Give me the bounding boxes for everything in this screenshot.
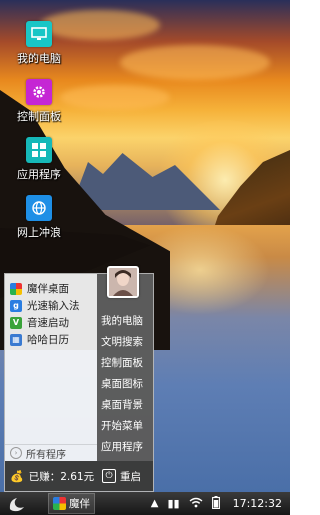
desktop-icon-label: 我的电脑 (17, 52, 61, 65)
cards-icon[interactable]: ▮▮ (167, 497, 179, 510)
cloud (120, 45, 270, 80)
taskbar-app-moban[interactable]: 魔伴 (48, 493, 95, 514)
wifi-icon[interactable] (189, 497, 203, 511)
v-launcher-icon: V (10, 316, 22, 329)
restart-button[interactable]: ⏻ 重启 (102, 469, 141, 484)
chevron-right-icon: › (10, 447, 22, 459)
start-menu-app-list: 魔伴桌面 g 光速输入法 V 音速启动 ▦ 哈哈日历 › 所有程序 (5, 274, 97, 461)
app-label: 魔伴桌面 (27, 283, 69, 295)
shortcut-desktop-icons[interactable]: 桌面图标 (97, 374, 153, 395)
pinwheel-icon (10, 282, 22, 295)
gear-icon (26, 79, 52, 105)
start-menu-app-guangsu-input[interactable]: g 光速输入法 (5, 297, 97, 314)
money-bag-icon: 💰 (10, 469, 24, 483)
start-menu: 魔伴桌面 g 光速输入法 V 音速启动 ▦ 哈哈日历 › 所有程序 我的电脑 文… (4, 266, 154, 492)
restart-label: 重启 (120, 470, 141, 483)
system-tray: ▲ ▮▮ 17:12:32 (151, 492, 282, 515)
all-programs-label: 所有程序 (26, 449, 66, 461)
app-label: 光速输入法 (27, 300, 80, 312)
taskbar-app-label: 魔伴 (69, 498, 90, 510)
app-label: 哈哈日历 (27, 334, 69, 346)
all-programs-button[interactable]: › 所有程序 (5, 444, 97, 461)
earnings-label: 已赚：2.61元 (28, 470, 95, 483)
start-menu-app-mobanzhuomian[interactable]: 魔伴桌面 (5, 280, 97, 297)
user-photo-icon (109, 268, 137, 296)
shortcut-applications[interactable]: 应用程序 (97, 437, 153, 458)
earnings-info: 💰 已赚：2.61元 (5, 469, 102, 484)
battery-icon[interactable] (211, 495, 220, 512)
taskbar: 魔伴 ▲ ▮▮ 17:12:32 (0, 492, 290, 515)
app-label: 音速启动 (27, 317, 69, 329)
start-button[interactable] (6, 494, 28, 514)
desktop-icon-my-computer[interactable]: 我的电脑 (0, 21, 79, 66)
power-icon: ⏻ (102, 469, 116, 483)
globe-icon (26, 195, 52, 221)
calendar-icon: ▦ (10, 333, 22, 346)
desktop-icon-web-surf[interactable]: 网上冲浪 (0, 195, 79, 240)
desktop-icon-control-panel[interactable]: 控制面板 (0, 79, 79, 124)
desktop-icon-label: 应用程序 (17, 168, 61, 181)
shortcut-control-panel[interactable]: 控制面板 (97, 353, 153, 374)
shortcut-start-menu[interactable]: 开始菜单 (97, 416, 153, 437)
g-keyboard-icon: g (10, 299, 22, 312)
desktop-icon-label: 网上冲浪 (17, 226, 61, 239)
user-avatar[interactable] (107, 266, 139, 298)
start-menu-footer: 💰 已赚：2.61元 ⏻ 重启 (5, 461, 153, 491)
desktop-icon-applications[interactable]: 应用程序 (0, 137, 79, 182)
start-menu-app-haha-calendar[interactable]: ▦ 哈哈日历 (5, 331, 97, 348)
grid-icon (26, 137, 52, 163)
shortcut-search[interactable]: 文明搜索 (97, 332, 153, 353)
desktop-icon-label: 控制面板 (17, 110, 61, 123)
start-swirl-icon (9, 497, 24, 511)
start-menu-app-yinsu-launch[interactable]: V 音速启动 (5, 314, 97, 331)
start-menu-shortcuts: 我的电脑 文明搜索 控制面板 桌面图标 桌面背景 开始菜单 应用程序 关于 (97, 266, 153, 474)
monitor-icon (26, 21, 52, 47)
shortcut-desktop-background[interactable]: 桌面背景 (97, 395, 153, 416)
triangle-up-icon[interactable]: ▲ (151, 498, 159, 509)
shortcut-my-computer[interactable]: 我的电脑 (97, 311, 153, 332)
pinwheel-icon (53, 497, 66, 510)
clock: 17:12:32 (232, 497, 282, 510)
